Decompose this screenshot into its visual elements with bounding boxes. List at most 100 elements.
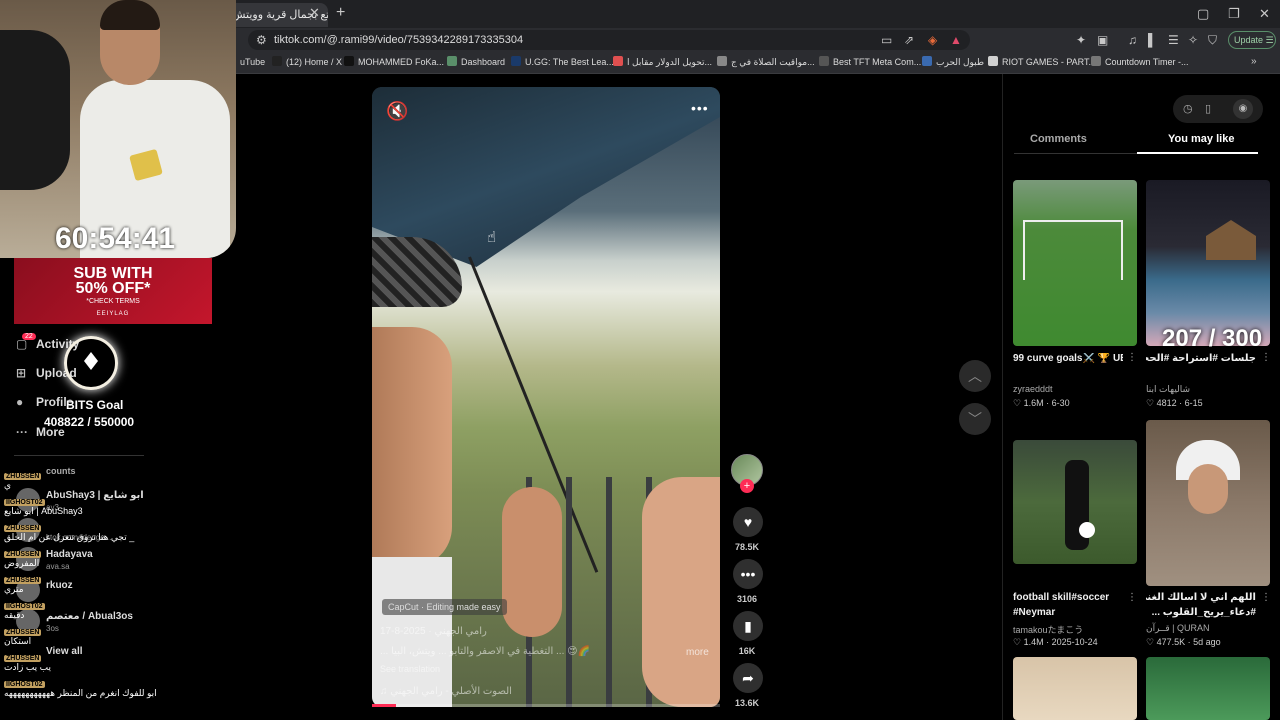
follow-plus-icon[interactable]: + (740, 479, 754, 493)
card-author[interactable]: شاليهات ابنا (1146, 384, 1190, 395)
share-count: 13.6K (734, 698, 760, 708)
stream-timer: 60:54:41 (55, 222, 176, 255)
bookmark-item[interactable]: Best TFT Meta Com... (819, 56, 921, 67)
bookmark-item[interactable]: مواقيت الصلاة في ج... (717, 56, 815, 68)
chat-message: ZHUSSEN تجي هنا تروق تتغزل عن ام الخلق _ (4, 522, 134, 543)
sub-main-text: SUB WITH 50% OFF* (14, 266, 212, 297)
caption-more-button[interactable]: more (686, 647, 709, 658)
ai-icon[interactable]: ✧ (1188, 33, 1198, 47)
upload-icon: ⊞ (16, 366, 27, 380)
card-author[interactable]: tamakouたまこう (1013, 623, 1083, 636)
comment-icon[interactable]: ••• (733, 559, 763, 589)
window-icon[interactable]: ▢ (1197, 6, 1209, 22)
nav-profile[interactable]: ● Profile (16, 395, 73, 409)
restore-icon[interactable]: ❐ (1228, 6, 1240, 22)
card-more-icon[interactable]: ⋮ (1261, 592, 1271, 603)
music-icon[interactable]: ♫ (1128, 33, 1137, 47)
bookmark-item[interactable]: طبول الحرب (922, 56, 984, 68)
video-thumbnail[interactable] (1013, 440, 1137, 564)
panel-divider (1002, 74, 1003, 720)
timer-icon[interactable]: ◷ (1183, 102, 1193, 115)
card-date: 5d ago (1193, 637, 1221, 647)
previous-video-icon[interactable]: ︿ (959, 360, 991, 392)
new-tab-icon[interactable]: + (336, 4, 345, 22)
chat-text: ابو للفوك انغرم من المنظر هههههههههههه (4, 688, 157, 698)
chat-text: دقيقه (4, 610, 25, 620)
bookmark-item[interactable]: MOHAMMED FoKa... (344, 56, 444, 67)
card-more-icon[interactable]: ⋮ (1127, 592, 1137, 603)
tab-close-icon[interactable]: ✕ (309, 5, 320, 21)
card-title[interactable]: football skill#soccer (1013, 592, 1123, 603)
video-thumbnail[interactable] (1013, 180, 1137, 346)
video-frame-hand (502, 487, 562, 637)
ball-shape (1079, 522, 1095, 538)
site-info-icon[interactable]: ⚙ (256, 33, 267, 47)
card-author[interactable]: zyraedddt (1013, 384, 1053, 394)
like-icon[interactable]: ♥ (733, 507, 763, 537)
more-options-icon[interactable]: ••• (691, 100, 709, 116)
inbox-icon: ▢ (16, 337, 28, 351)
update-button[interactable]: Update ☰ (1228, 31, 1276, 49)
close-window-icon[interactable]: ✕ (1259, 6, 1270, 22)
device-icon[interactable]: ▯ (1205, 102, 1211, 115)
card-author[interactable]: قــرآن | QURAN (1146, 623, 1210, 634)
heart-icon: ♡ (1146, 637, 1157, 647)
card-title[interactable]: جلسات #استراحة #الحجز_الان #اكشابور... (1146, 353, 1256, 364)
like-count: 78.5K (734, 542, 760, 552)
card-title-line2[interactable]: #Neymar (1013, 607, 1123, 618)
video-caption: ... التغطية في الاصفر والتابو ... ويتش، … (380, 646, 591, 657)
card-title[interactable]: 99 curve goals⚔️ 🏆 UEFA Champions... (1013, 353, 1123, 364)
sub-brand: EEIYLAG (96, 311, 130, 317)
cast-icon[interactable]: ▭ (881, 33, 892, 47)
sub-terms: *CHECK TERMS (86, 298, 140, 305)
bookmark-item[interactable]: Countdown Timer -... (1091, 56, 1189, 67)
tab-comments[interactable]: Comments (1030, 133, 1087, 145)
bookmark-label: (12) Home / X (286, 57, 343, 67)
video-thumbnail[interactable] (1146, 657, 1270, 720)
video-thumbnail[interactable] (1146, 420, 1270, 586)
sidebar-icon[interactable]: ▌ (1148, 33, 1157, 47)
bookmark-favicon-icon (922, 56, 932, 66)
card-more-icon[interactable]: ⋮ (1127, 352, 1137, 363)
share-icon[interactable]: ➦ (733, 663, 763, 693)
extensions-icon[interactable]: ✦ (1076, 33, 1086, 47)
video-thumbnail[interactable] (1013, 657, 1137, 720)
bookmark-label: مواقيت الصلاة في ج... (731, 57, 815, 67)
card-date: 6-15 (1184, 398, 1203, 408)
tab-you-may-like[interactable]: You may like (1168, 133, 1234, 145)
screenshot-icon[interactable]: ▣ (1097, 33, 1108, 47)
bits-goal-count: 408822 / 550000 (44, 415, 135, 429)
video-author-date[interactable]: رامي الجهني · 2025-8-17 (380, 626, 487, 637)
bookmark-item[interactable]: Dashboard (447, 56, 505, 67)
vpn-icon[interactable]: ⛉ (1208, 33, 1217, 48)
card-title[interactable]: اللهم اني لا اسالك الغنى (1146, 592, 1256, 603)
microphone-icon[interactable]: ◉ (1233, 99, 1253, 119)
see-translation-link[interactable]: See translation (380, 664, 440, 674)
bookmark-label: طبول الحرب (936, 57, 985, 67)
nav-divider (14, 455, 144, 456)
chat-text: متري (4, 584, 24, 594)
share-icon[interactable]: ⇗ (904, 33, 914, 47)
progress-track[interactable] (372, 704, 720, 707)
card-title-line2[interactable]: #دعاء_يريح_القلوب ... (1146, 607, 1256, 618)
chat-username-badge: ZHUSSEN (4, 629, 42, 636)
video-thumbnail[interactable] (1146, 180, 1270, 346)
card-more-icon[interactable]: ⋮ (1261, 352, 1271, 363)
next-video-icon[interactable]: ﹀ (959, 403, 991, 435)
heart-icon: ♡ (1146, 398, 1157, 408)
brave-shield-icon[interactable]: ◈ (928, 33, 937, 47)
bookmark-item[interactable]: (12) Home / X (272, 56, 342, 67)
url-text[interactable]: tiktok.com/@.rami99/video/75393422891733… (274, 34, 523, 46)
bookmarks-icon[interactable]: ☰ (1168, 33, 1179, 47)
mute-icon[interactable]: 🔇 (386, 101, 408, 122)
more-bookmarks-icon[interactable]: » (1251, 56, 1257, 67)
sound-link[interactable]: ♫ الصوت الأصلي - رامي الجهني (380, 686, 512, 697)
bookmark-item[interactable]: U.GG: The Best Lea... (511, 56, 614, 67)
capcut-label[interactable]: CapCut · Editing made easy (382, 599, 507, 615)
rewards-icon[interactable]: ▲ (950, 33, 962, 47)
bookmark-item[interactable]: تحويل الدولار مقابل ا... (613, 56, 712, 68)
chat-text: استكان (4, 636, 32, 646)
card-likes: 4812 (1156, 398, 1177, 408)
bookmark-icon[interactable]: ▮ (733, 611, 763, 641)
bookmark-item[interactable]: RIOT GAMES - PART... (988, 56, 1096, 67)
